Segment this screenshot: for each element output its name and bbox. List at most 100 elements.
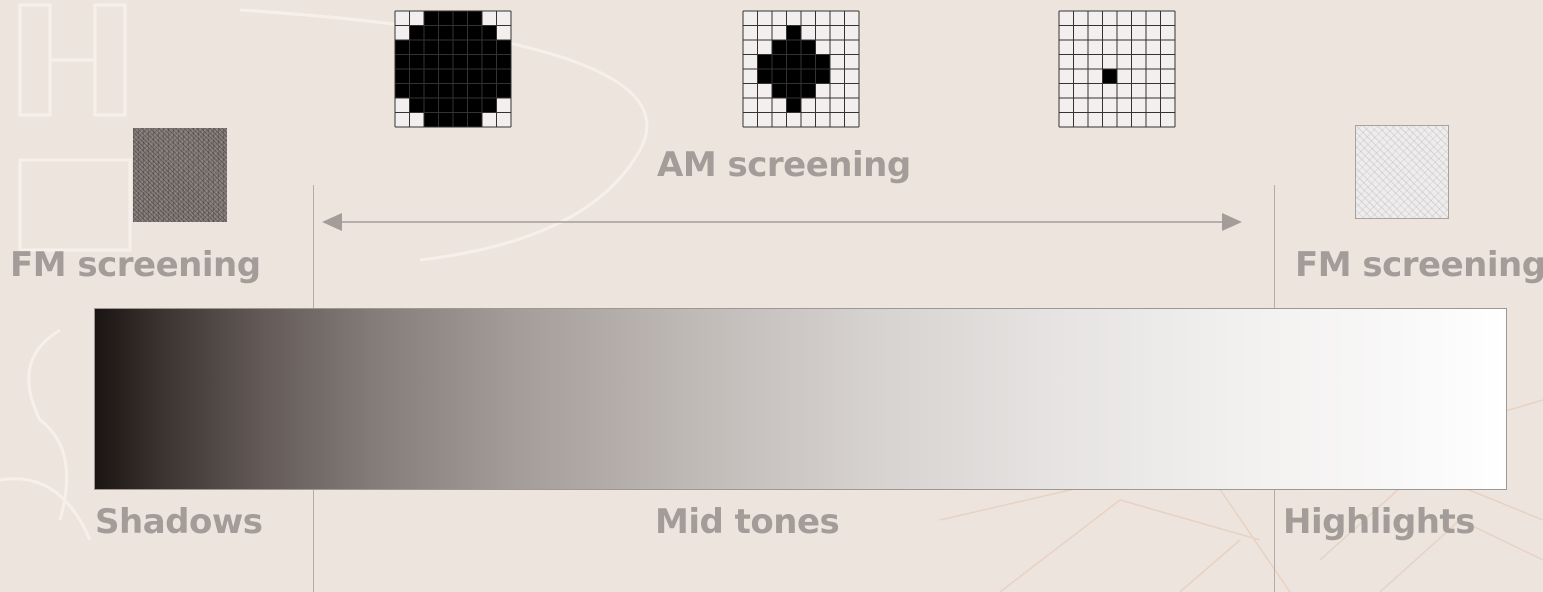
dot-cell-empty	[743, 40, 758, 55]
dot-cell-filled	[453, 54, 468, 69]
dot-cell-empty	[1073, 54, 1088, 69]
dot-cell-filled	[467, 11, 482, 26]
dot-cell-empty	[830, 11, 845, 26]
dot-cell-empty	[395, 98, 410, 113]
dot-cell-empty	[1146, 112, 1161, 127]
dot-cell-empty	[1160, 83, 1175, 98]
dot-cell-filled	[395, 69, 410, 84]
dot-cell-empty	[1073, 25, 1088, 40]
dot-cell-filled	[424, 25, 439, 40]
dot-cell-empty	[1102, 54, 1117, 69]
dot-cell-filled	[772, 83, 787, 98]
dot-cell-filled	[467, 54, 482, 69]
dot-cell-empty	[743, 98, 758, 113]
dot-cell-empty	[482, 112, 497, 127]
dot-cell-empty	[757, 25, 772, 40]
dot-cell-empty	[1146, 83, 1161, 98]
fm-swatch-shadows	[133, 128, 227, 222]
dot-cell-empty	[786, 11, 801, 26]
dot-cell-empty	[757, 83, 772, 98]
dot-cell-empty	[815, 11, 830, 26]
dot-cell-empty	[815, 98, 830, 113]
dot-cell-empty	[1131, 54, 1146, 69]
am-range-arrow	[322, 213, 1242, 231]
dot-cell-empty	[1073, 83, 1088, 98]
dot-cell-empty	[801, 98, 816, 113]
dot-cell-empty	[844, 25, 859, 40]
dot-cell-empty	[743, 112, 758, 127]
dot-cell-filled	[409, 25, 424, 40]
dot-cell-empty	[1160, 98, 1175, 113]
mid-tones-label: Mid tones	[655, 502, 840, 542]
dot-cell-empty	[1131, 112, 1146, 127]
dot-cell-empty	[1131, 11, 1146, 26]
dot-cell-empty	[496, 11, 511, 26]
dot-cell-filled	[438, 25, 453, 40]
am-dot-large	[394, 10, 512, 128]
dot-cell-empty	[786, 112, 801, 127]
dot-cell-empty	[815, 25, 830, 40]
dot-cell-filled	[801, 69, 816, 84]
dot-cell-filled	[482, 25, 497, 40]
dot-cell-filled	[772, 54, 787, 69]
dot-cell-filled	[757, 54, 772, 69]
dot-cell-empty	[1117, 11, 1132, 26]
fm-screening-label-left: FM screening	[10, 245, 261, 285]
dot-cell-filled	[482, 98, 497, 113]
dot-cell-empty	[1117, 83, 1132, 98]
dot-cell-filled	[786, 83, 801, 98]
dot-cell-filled	[757, 69, 772, 84]
dot-cell-empty	[844, 112, 859, 127]
dot-cell-empty	[1146, 25, 1161, 40]
dot-cell-filled	[786, 69, 801, 84]
dot-cell-filled	[453, 69, 468, 84]
dot-cell-empty	[801, 11, 816, 26]
dot-cell-filled	[467, 83, 482, 98]
dot-cell-empty	[1059, 11, 1074, 26]
dot-cell-filled	[438, 83, 453, 98]
dot-cell-empty	[1102, 11, 1117, 26]
dot-cell-empty	[801, 25, 816, 40]
dot-cell-empty	[1131, 25, 1146, 40]
dot-cell-empty	[1117, 112, 1132, 127]
dot-cell-filled	[482, 83, 497, 98]
highlights-label: Highlights	[1283, 502, 1476, 542]
dot-cell-filled	[424, 69, 439, 84]
dot-cell-filled	[453, 112, 468, 127]
dot-cell-empty	[409, 11, 424, 26]
dot-cell-filled	[496, 54, 511, 69]
dot-cell-empty	[395, 11, 410, 26]
dot-cell-empty	[1117, 69, 1132, 84]
dot-cell-empty	[1073, 11, 1088, 26]
dot-cell-empty	[1146, 54, 1161, 69]
dot-cell-empty	[1073, 40, 1088, 55]
arrowhead-right-icon	[1222, 213, 1242, 231]
dot-cell-filled	[801, 54, 816, 69]
dot-cell-filled	[409, 98, 424, 113]
dot-cell-empty	[1059, 83, 1074, 98]
dot-cell-filled	[409, 69, 424, 84]
dot-cell-empty	[1088, 54, 1103, 69]
dot-cell-empty	[1131, 69, 1146, 84]
tone-gradient-bar	[94, 308, 1507, 490]
dot-cell-filled	[409, 40, 424, 55]
dot-cell-filled	[438, 112, 453, 127]
dot-cell-filled	[395, 54, 410, 69]
dot-cell-empty	[830, 83, 845, 98]
screening-diagram: AM screening FM screening FM screening S…	[0, 0, 1543, 592]
dot-cell-filled	[395, 83, 410, 98]
dot-cell-empty	[844, 40, 859, 55]
am-screening-label: AM screening	[657, 145, 911, 185]
dot-cell-filled	[801, 40, 816, 55]
dot-cell-empty	[1102, 112, 1117, 127]
dot-cell-empty	[743, 11, 758, 26]
dot-cell-empty	[395, 25, 410, 40]
dot-cell-empty	[1131, 83, 1146, 98]
dot-cell-empty	[1073, 69, 1088, 84]
dot-cell-filled	[438, 98, 453, 113]
dot-cell-empty	[1059, 112, 1074, 127]
dot-cell-empty	[1059, 69, 1074, 84]
shadows-label: Shadows	[95, 502, 263, 542]
dot-cell-empty	[1088, 112, 1103, 127]
dot-cell-empty	[757, 11, 772, 26]
